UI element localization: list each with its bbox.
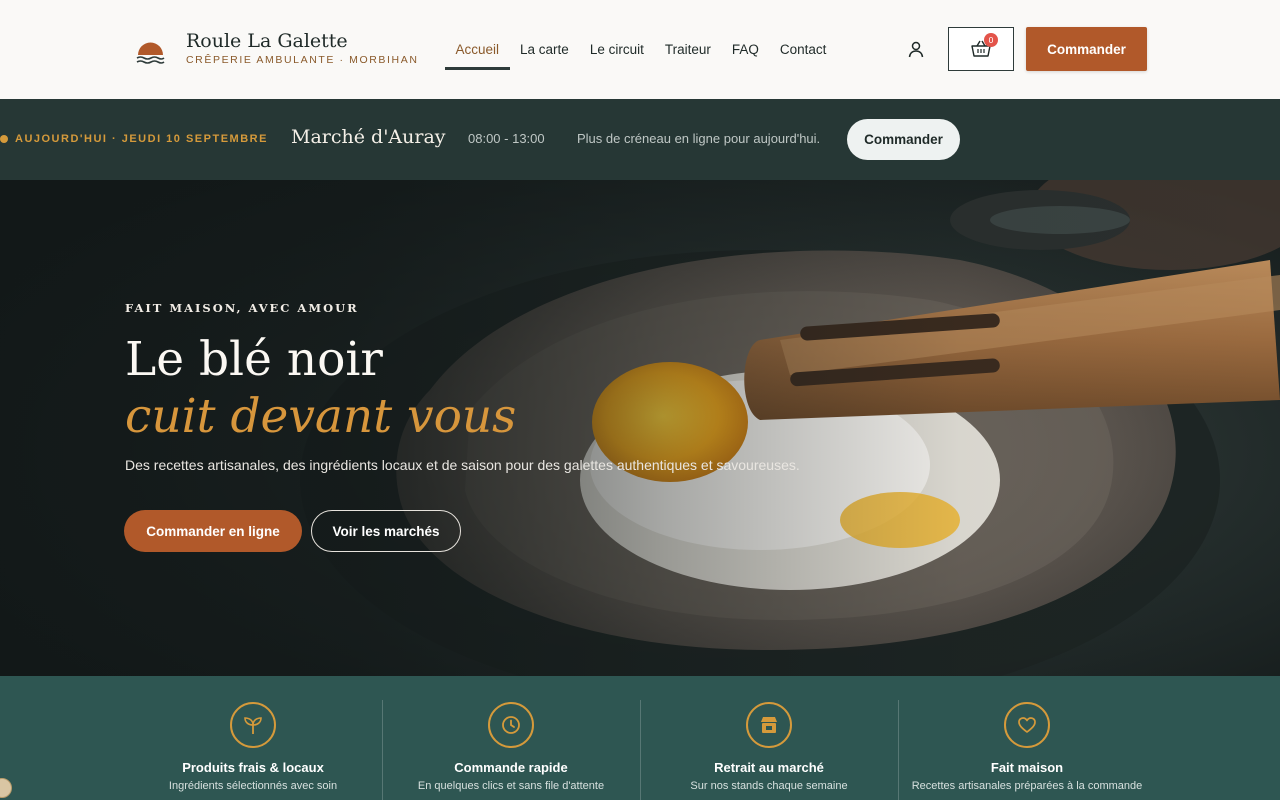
nav-item-la-carte[interactable]: La carte [510,30,580,70]
logo-icon[interactable] [136,36,165,65]
status-dot [0,135,8,143]
hero-title-line2: cuit devant vous [125,389,517,444]
main-nav: Accueil La carte Le circuit Traiteur FAQ… [445,30,837,70]
hero-title-line1: Le blé noir [125,332,383,387]
user-icon [908,41,924,58]
nav-item-accueil[interactable]: Accueil [445,30,510,70]
cart-count-badge: 0 [984,33,998,47]
feature-title: Fait maison [990,760,1064,775]
hero-lead: Des recettes artisanales, des ingrédient… [125,457,800,473]
market-note: Plus de créneau en ligne pour aujourd'hu… [577,131,821,146]
feature-text: Recettes artisanales préparées à la comm… [911,780,1143,792]
nav-item-traiteur[interactable]: Traiteur [654,30,721,70]
nav-item-le-circuit[interactable]: Le circuit [579,30,654,70]
cart-button[interactable]: 0 [948,27,1014,71]
market-order-button[interactable]: Commander [847,119,960,160]
order-button[interactable]: Commander [1026,27,1147,71]
feature-title: Produits frais & locaux [182,760,324,775]
market-hours: 08:00 - 13:00 [468,131,545,146]
market-place: Marché d'Auray [291,126,446,148]
brand-name[interactable]: Roule La Galette [186,30,348,52]
clock-icon [488,702,534,748]
feature-text: Ingrédients sélectionnés avec soin [168,780,338,792]
nav-item-contact[interactable]: Contact [769,30,837,70]
view-markets-button[interactable]: Voir les marchés [311,510,461,552]
feature-text: En quelques clics et sans file d'attente [417,780,605,792]
account-button[interactable] [902,35,930,63]
brand-tagline: CRÊPERIE AMBULANTE · MORBIHAN [186,54,419,66]
sprout-icon [230,702,276,748]
store-icon [746,702,792,748]
feature-title: Retrait au marché [714,760,824,775]
feature-title: Commande rapide [454,760,568,775]
market-date: AUJOURD'HUI · JEUDI 10 SEPTEMBRE [15,133,268,145]
feature-text: Sur nos stands chaque semaine [690,780,848,792]
heart-icon [1004,702,1050,748]
site-header: Roule La Galette CRÊPERIE AMBULANTE · MO… [0,0,1280,99]
order-online-button[interactable]: Commander en ligne [124,510,302,552]
nav-item-faq[interactable]: FAQ [721,30,769,70]
hero-kicker: FAIT MAISON, AVEC AMOUR [125,301,359,315]
